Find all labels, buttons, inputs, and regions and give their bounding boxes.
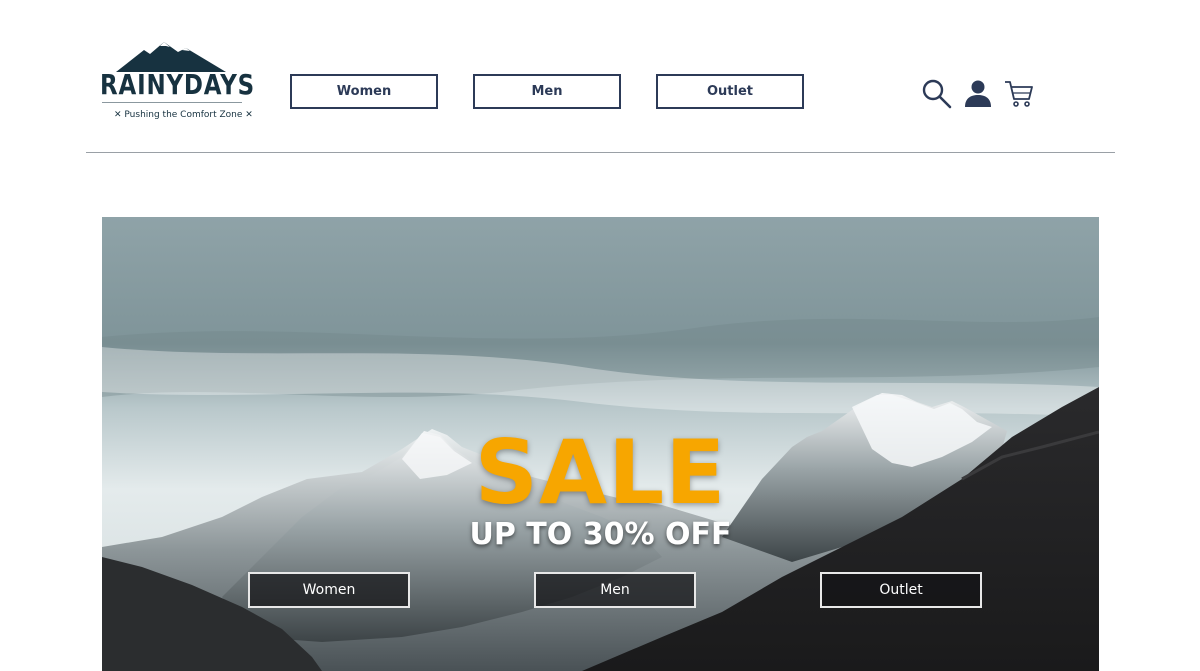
search-button[interactable] xyxy=(921,78,953,110)
hero-women-button[interactable]: Women xyxy=(248,572,410,608)
sale-title: SALE xyxy=(474,421,727,524)
hero-outlet-button[interactable]: Outlet xyxy=(820,572,982,608)
logo-underline xyxy=(102,102,242,103)
hero-men-button[interactable]: Men xyxy=(534,572,696,608)
account-button[interactable] xyxy=(962,78,994,110)
user-icon xyxy=(965,80,991,107)
hero-banner: SALE UP TO 30% OFF Women Men Outlet xyxy=(102,217,1099,671)
brand-tagline: ✕ Pushing the Comfort Zone ✕ xyxy=(114,110,253,120)
brand-logo[interactable]: RAINYDAYS ✕ Pushing the Comfort Zone ✕ xyxy=(96,40,254,128)
nav-outlet-button[interactable]: Outlet xyxy=(656,74,804,109)
sale-subtitle: UP TO 30% OFF xyxy=(469,517,732,552)
nav-men-button[interactable]: Men xyxy=(473,74,621,109)
cart-icon xyxy=(1005,81,1033,107)
site-header: RAINYDAYS ✕ Pushing the Comfort Zone ✕ W… xyxy=(0,0,1200,154)
nav-women-button[interactable]: Women xyxy=(290,74,438,109)
cart-button[interactable] xyxy=(1003,78,1035,110)
header-divider xyxy=(86,152,1115,153)
search-icon xyxy=(922,79,952,109)
brand-name: RAINYDAYS xyxy=(100,68,256,101)
